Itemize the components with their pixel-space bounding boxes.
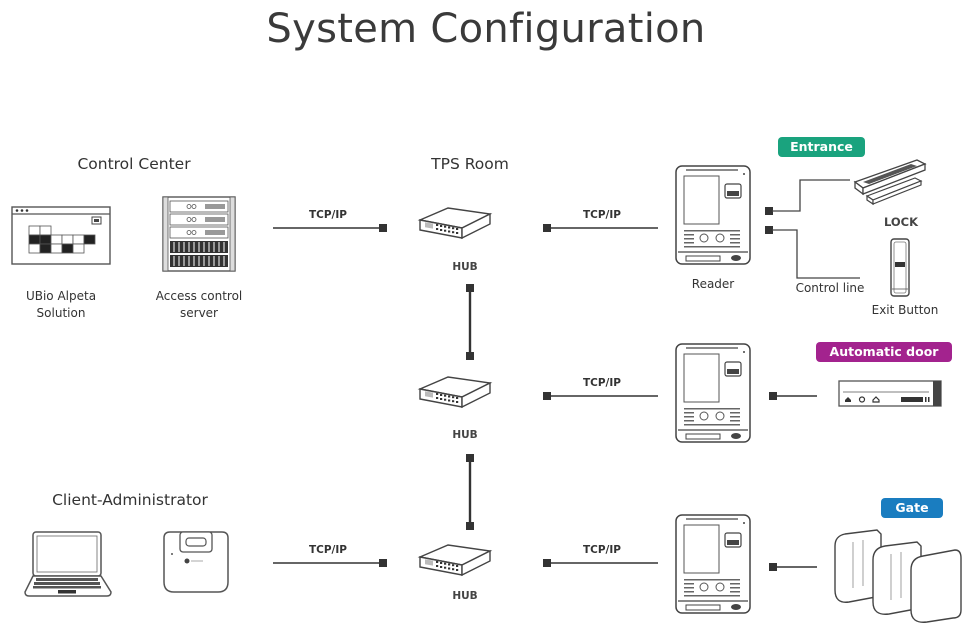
reader-icon <box>675 514 751 614</box>
cable-hub1-to-hub2 <box>466 284 474 360</box>
reader-icon <box>675 343 751 443</box>
reader-label: Reader <box>691 277 735 291</box>
cable-hub2-to-reader2 <box>543 392 658 400</box>
magnetic-lock-icon <box>853 159 927 206</box>
alpeta-solution-label: UBio Alpeta Solution <box>12 288 110 322</box>
hub-label: HUB <box>452 590 478 602</box>
automatic-door-badge: Automatic door <box>816 342 952 362</box>
alpeta-solution-icon <box>11 206 111 265</box>
cable-client-to-hub3 <box>273 559 387 567</box>
tcpip-label: TCP/IP <box>582 377 621 389</box>
speed-gate-icon <box>834 529 962 623</box>
reader-icon <box>675 165 751 265</box>
cable-control-center-to-hub <box>273 224 387 232</box>
tcpip-label: TCP/IP <box>582 209 621 221</box>
tcpip-label: TCP/IP <box>582 544 621 556</box>
lock-label: LOCK <box>883 215 919 229</box>
access-control-server-icon <box>162 196 236 272</box>
cable-reader2-to-door-controller <box>769 392 817 400</box>
cable-hub3-to-reader3 <box>543 559 658 567</box>
exit-button-icon <box>890 238 910 297</box>
cable-hub2-to-hub3 <box>466 454 474 530</box>
automatic-door-controller-icon <box>838 380 942 407</box>
alpeta-label-line1: UBio Alpeta <box>25 289 97 303</box>
hub-icon <box>419 544 491 576</box>
hub-icon <box>419 376 491 408</box>
gate-badge: Gate <box>881 498 943 518</box>
control-line-exit-button <box>765 226 860 279</box>
tcpip-label: TCP/IP <box>308 209 347 221</box>
hub-icon <box>419 207 491 239</box>
server-label-line2: server <box>180 306 218 320</box>
alpeta-label-line2: Solution <box>36 306 86 320</box>
server-label-line1: Access control <box>155 289 243 303</box>
control-line-label: Control line <box>795 281 865 295</box>
cable-reader3-to-gate <box>769 563 817 571</box>
exit-button-label: Exit Button <box>871 303 939 317</box>
hub-label: HUB <box>452 429 478 441</box>
control-line-lock <box>765 179 850 215</box>
tcpip-label: TCP/IP <box>308 544 347 556</box>
entrance-badge: Entrance <box>778 137 865 157</box>
cable-hub1-to-reader1 <box>543 224 658 232</box>
enrollment-scanner-icon <box>163 531 229 593</box>
laptop-icon <box>24 531 112 597</box>
hub-label: HUB <box>452 261 478 273</box>
access-control-server-label: Access control server <box>139 288 259 322</box>
